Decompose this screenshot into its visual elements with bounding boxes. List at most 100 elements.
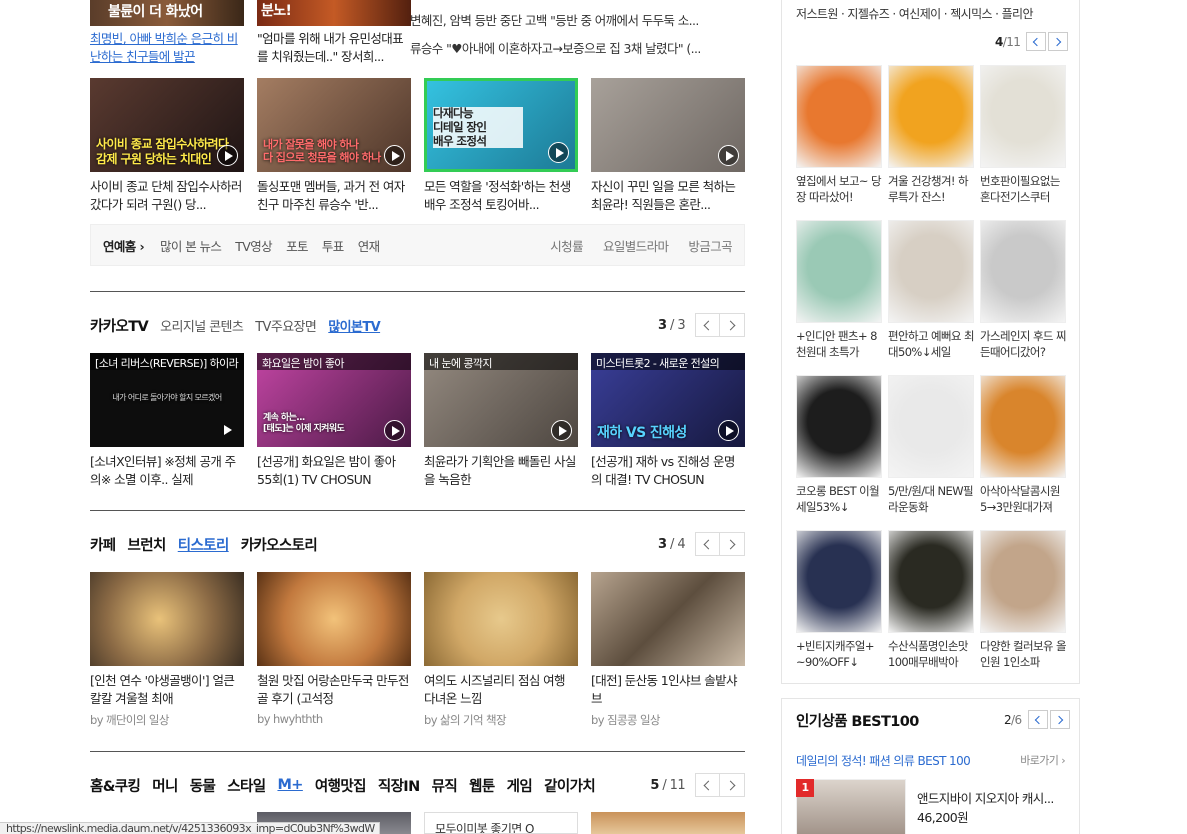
prev-page-button[interactable] [1026,32,1047,51]
product-item[interactable]: +빈티지캐주얼+ ~90%OFF↓ [796,530,882,670]
ent-item-1[interactable]: 사이비 종교 잠입수사하려다 감제 구원 당하는 치대인 사이비 종교 단체 잠입… [90,78,244,214]
tab-travel-food[interactable]: 여행맛집 [315,775,367,796]
product-item[interactable]: 5/만/원/대 NEW필라운동화 [888,375,974,515]
product-image[interactable] [796,375,882,478]
ent-nav-link[interactable]: 많이 본 뉴스 [160,236,222,255]
kakaotv-item-4[interactable]: 미스터트롯2 - 새로운 전설의 재하 VS 진해성 [선공개] 재하 vs 진… [591,353,745,489]
cafe-item-1[interactable]: [인천 연수 '야생골뱅이'] 얼큰 칼칼 겨울철 최애 by 깨단이의 일상 [90,572,244,728]
tab-game[interactable]: 게임 [507,775,533,796]
prev-page-button[interactable] [695,532,720,556]
best-item-name[interactable]: 앤드지바이 지오지아 캐시... [917,788,1054,807]
product-name[interactable]: +빈티지캐주얼+ ~90%OFF↓ [796,638,882,670]
kakaotv-item-1[interactable]: [소녀 리버스(REVERSE)] 하이라 내가 어디로 돌아가야 할지 모르겠… [90,353,244,489]
next-page-button[interactable] [720,313,745,337]
kakaotv-item-2[interactable]: 화요일은 밤이 좋아 계속 하는... [태도]는 이제 지켜워도 [선공개] 화… [257,353,411,489]
ent-nav-link[interactable]: TV영상 [235,236,272,255]
tab-music[interactable]: 뮤직 [432,775,458,796]
ent-item-3[interactable]: 다재다능 디테일 장인 배우 조정석 모든 역할을 '정석화'하는 천생 배우 조정… [424,78,578,214]
product-name[interactable]: +인디안 팬츠+ 8천원대 초특가 [796,328,882,360]
news-text-item[interactable]: 류승수 "♥아내에 이혼하자고→보증으로 집 3채 날렸다" (... [410,40,745,68]
next-page-button[interactable] [1049,710,1070,729]
video-thumbnail[interactable]: 다재다능 디테일 장인 배우 조정석 [424,78,578,172]
next-page-button[interactable] [720,532,745,556]
product-image[interactable] [796,220,882,323]
video-thumbnail[interactable]: 사이비 종교 잠입수사하려다 감제 구원 당하는 치대인 [90,78,244,172]
tab-webtoon[interactable]: 웹툰 [469,775,495,796]
go-link[interactable]: 바로가기 › [1020,752,1065,768]
product-item[interactable]: 겨울 건강챙겨! 하루특가 잔스! [888,65,974,205]
product-item[interactable]: 편안하고 예뻐요 최대50%↓세일 [888,220,974,360]
news-thumb-1[interactable]: 불륜이 더 화났어 [90,0,244,26]
item-title[interactable]: [인천 연수 '야생골뱅이'] 얼큰 칼칼 겨울철 최애 [90,672,244,708]
item-title[interactable]: [대전] 둔산동 1인샤브 솔밭샤브 [591,672,745,708]
tab-money[interactable]: 머니 [152,775,178,796]
ent-item-4[interactable]: 자신이 꾸민 일을 모른 척하는 최윤라! 직원들은 혼란... [591,78,745,214]
item-title[interactable]: [소녀X인터뷰] ※정체 공개 주의※ 소멸 이후.. 실제 [90,453,244,489]
ent-nav-link[interactable]: 연재 [358,236,380,255]
item-title[interactable]: 최윤라가 기획안을 빼돌린 사실을 녹음한 [424,453,578,489]
item-title[interactable]: 모든 역할을 '정석화'하는 천생 배우 조정석 토킹어바... [424,178,578,214]
tab-tv-scenes[interactable]: TV주요장면 [255,316,317,335]
tab-animal[interactable]: 동물 [190,775,216,796]
product-image[interactable] [888,65,974,168]
tab-brunch[interactable]: 브런치 [127,534,166,555]
product-item[interactable]: 옆집에서 보고~ 당장 따라샀어! [796,65,882,205]
tab-most-viewed-tv[interactable]: 많이본TV [328,316,380,335]
product-item[interactable]: 수산식품명인손맛 100매무배박아 [888,530,974,670]
product-name[interactable]: 5/만/원/대 NEW필라운동화 [888,483,974,515]
cafe-item-2[interactable]: 철원 맛집 어랑손만두국 만두전골 후기 (고석정 by hwyhthth [257,572,411,726]
prev-page-button[interactable] [1027,710,1048,729]
product-name[interactable]: 겨울 건강챙겨! 하루특가 잔스! [888,173,974,205]
video-thumbnail[interactable]: 미스터트롯2 - 새로운 전설의 재하 VS 진해성 [591,353,745,447]
product-image[interactable] [888,220,974,323]
product-image[interactable] [796,530,882,633]
tab-cafe[interactable]: 카페 [90,534,116,555]
product-item[interactable]: 코오롱 BEST 이월세일53%↓ [796,375,882,515]
kakaotv-item-3[interactable]: 내 눈에 콩깍지 최윤라가 기획안을 빼돌린 사실을 녹음한 [424,353,578,489]
video-thumbnail[interactable]: [소녀 리버스(REVERSE)] 하이라 내가 어디로 돌아가야 할지 모르겠… [90,353,244,447]
tab-work[interactable]: 직장IN [378,775,420,796]
item-title[interactable]: 철원 맛집 어랑손만두국 만두전골 후기 (고석정 [257,672,411,708]
tab-home-cooking[interactable]: 홈&쿠킹 [90,775,141,796]
tab-style[interactable]: 스타일 [227,775,266,796]
video-thumbnail[interactable]: 화요일은 밤이 좋아 계속 하는... [태도]는 이제 지켜워도 [257,353,411,447]
item-title[interactable]: [선공개] 재하 vs 진해성 운명의 대결! TV CHOSUN [591,453,745,489]
item-title[interactable]: 사이비 종교 단체 잠입수사하러 갔다가 되려 구원() 당... [90,178,244,214]
news-thumb-2[interactable]: 분노! [257,0,411,26]
product-item[interactable]: 가스레인지 후드 찌든때어디갔어? [980,220,1066,360]
item-title[interactable]: 여의도 시즈널리티 점심 여행 다녀온 느낌 [424,672,578,708]
product-image[interactable] [980,65,1066,168]
product-image[interactable] [888,375,974,478]
product-name[interactable]: 다양한 컬러보유 올인원 1인소파 [980,638,1066,670]
tab-mplus[interactable]: M+ [277,777,303,793]
product-name[interactable]: 편안하고 예뻐요 최대50%↓세일 [888,328,974,360]
post-thumbnail[interactable] [257,572,411,666]
item-title[interactable]: 자신이 꾸민 일을 모른 척하는 최윤라! 직원들은 혼란... [591,178,745,214]
video-thumbnail[interactable] [591,78,745,172]
item-title[interactable]: [선공개] 화요일은 밤이 좋아 55회(1) TV CHOSUN [257,453,411,489]
tab-tistory[interactable]: 티스토리 [178,534,230,555]
product-name[interactable]: 번호판이필요없는 혼다전기스쿠터 [980,173,1066,205]
product-item[interactable]: 아삭아삭달콤시원 5→3만원대가져 [980,375,1066,515]
prev-page-button[interactable] [695,773,720,797]
next-page-button[interactable] [720,773,745,797]
post-thumbnail[interactable] [424,572,578,666]
product-name[interactable]: 수산식품명인손맛 100매무배박아 [888,638,974,670]
tab-kakaotv[interactable]: 카카오TV [90,315,149,336]
ent-nav-link-right[interactable]: 방금그곡 [688,236,732,255]
ent-nav-link-right[interactable]: 요일별드라마 [603,236,669,255]
product-item[interactable]: 다양한 컬러보유 올인원 1인소파 [980,530,1066,670]
ent-item-2[interactable]: 내가 잘못을 해야 하나 다 집으로 청문을 해야 하나 돌싱포맨 멤버들, 과거… [257,78,411,214]
tab-kakaostory[interactable]: 카카오스토리 [241,534,318,555]
news-link-2[interactable]: "엄마를 위해 내가 유민성대표를 치워줬는데.." 장서희... [257,30,411,66]
post-thumbnail[interactable] [591,572,745,666]
post-thumbnail[interactable] [90,572,244,666]
best100-category-link[interactable]: 데일리의 정석! 패션 의류 BEST 100 [796,752,971,769]
product-image[interactable] [980,220,1066,323]
best100-title[interactable]: 인기상품 BEST100 [796,710,919,731]
ent-nav-link[interactable]: 포토 [286,236,308,255]
tab-original[interactable]: 오리지널 콘텐츠 [160,316,244,335]
product-image[interactable] [980,530,1066,633]
product-image[interactable] [980,375,1066,478]
product-name[interactable]: 아삭아삭달콤시원 5→3만원대가져 [980,483,1066,515]
